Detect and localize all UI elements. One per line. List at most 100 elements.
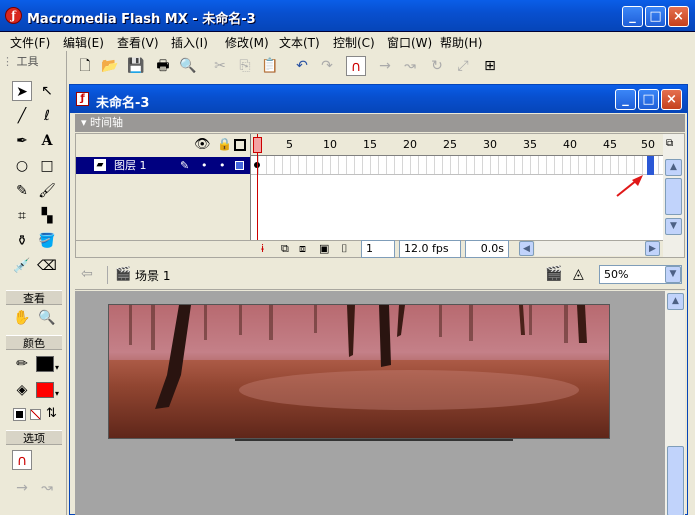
center-frame-icon[interactable]: ɨ xyxy=(261,242,264,255)
close-button[interactable]: × xyxy=(668,6,689,27)
edit-multiple-frames-icon[interactable]: ▣ xyxy=(319,242,329,255)
toolbox-grip-icon[interactable]: ⋮ xyxy=(2,55,17,68)
stage-scroll-up-icon[interactable]: ▲ xyxy=(667,293,684,310)
scroll-up-icon[interactable]: ▲ xyxy=(665,159,682,176)
menu-window[interactable]: 窗口(W) xyxy=(387,34,432,51)
timeline-header[interactable]: ▾ 时间轴 xyxy=(75,114,685,132)
menu-file[interactable]: 文件(F) xyxy=(10,34,50,51)
no-color-icon[interactable] xyxy=(30,409,41,420)
open-folder-icon[interactable]: 📂 xyxy=(100,56,120,76)
menu-edit[interactable]: 编辑(E) xyxy=(63,34,104,51)
pencil-tool-icon[interactable]: ✎ xyxy=(12,181,32,201)
snap-magnet-icon[interactable]: ∩ xyxy=(346,56,366,76)
snap-to-objects-icon[interactable]: ∩ xyxy=(12,450,32,470)
align-icon[interactable]: ⊞ xyxy=(480,56,500,76)
oval-tool-icon[interactable]: ○ xyxy=(12,156,32,176)
eraser-tool-icon[interactable]: ⌫ xyxy=(37,256,57,276)
layer-lock-dot[interactable]: • xyxy=(219,157,226,174)
stage-vscroll[interactable]: ▲ xyxy=(665,291,685,515)
menu-view[interactable]: 查看(V) xyxy=(117,34,159,51)
paint-bucket-tool-icon[interactable]: 🪣 xyxy=(37,231,57,251)
outline-icon[interactable] xyxy=(234,139,246,151)
new-file-icon[interactable]: 🗋 xyxy=(75,56,95,76)
free-transform-tool-icon[interactable]: ⌗ xyxy=(12,206,32,226)
zoom-select[interactable]: 50% ▼ xyxy=(599,265,682,284)
playhead-handle[interactable] xyxy=(253,137,262,153)
stage-area[interactable] xyxy=(75,291,665,515)
frame-rate-field[interactable]: 12.0 fps xyxy=(399,240,461,258)
lasso-tool-icon[interactable]: ℓ xyxy=(37,106,57,126)
brush-tool-icon[interactable]: 🖌 xyxy=(37,181,57,201)
onion-outline-icon[interactable]: ⧈ xyxy=(299,242,306,256)
doc-minimize-button[interactable]: _ xyxy=(615,89,636,110)
paste-icon[interactable]: 📋 xyxy=(260,56,280,76)
modify-markers-icon[interactable]: ⌷ xyxy=(341,242,348,256)
frame-pane[interactable]: 1 5 10 15 20 25 30 35 40 45 50 xyxy=(251,134,663,257)
forest-photo[interactable] xyxy=(108,304,610,439)
fill-transform-tool-icon[interactable]: ▚ xyxy=(37,206,57,226)
maximize-button[interactable]: □ xyxy=(645,6,666,27)
scale-icon[interactable]: ⤢ xyxy=(453,56,473,76)
eye-icon[interactable]: 👁 xyxy=(194,137,211,152)
fill-color-dropdown-icon[interactable]: ▾ xyxy=(55,389,59,398)
edit-scene-icon[interactable]: 🎬 xyxy=(545,266,562,282)
scroll-down-icon[interactable]: ▼ xyxy=(665,218,682,235)
document-title-bar[interactable]: ƒ 未命名-3 _ □ × xyxy=(70,85,687,113)
hscroll-right-icon[interactable]: ▶ xyxy=(645,241,660,256)
subselect-tool-icon[interactable]: ↖ xyxy=(37,81,57,101)
hscroll-track[interactable] xyxy=(535,241,645,256)
menu-insert[interactable]: 插入(I) xyxy=(171,34,208,51)
menu-modify[interactable]: 修改(M) xyxy=(225,34,269,51)
menu-control[interactable]: 控制(C) xyxy=(333,34,375,51)
eyedropper-tool-icon[interactable]: 💉 xyxy=(12,256,32,276)
rectangle-tool-icon[interactable]: □ xyxy=(37,156,57,176)
arrow-tool-icon[interactable]: ➤ xyxy=(12,81,32,101)
undo-icon[interactable]: ↶ xyxy=(292,56,312,76)
hscroll-left-icon[interactable]: ◀ xyxy=(519,241,534,256)
scene-name[interactable]: 场景 1 xyxy=(135,267,170,284)
timeline-ruler[interactable]: 1 5 10 15 20 25 30 35 40 45 50 xyxy=(251,134,663,156)
layer-visible-dot[interactable]: • xyxy=(201,157,208,174)
rotate-icon[interactable]: ↻ xyxy=(427,56,447,76)
app-title-bar[interactable]: ƒ Macromedia Flash MX - 未命名-3 _ □ × xyxy=(0,0,695,32)
cut-icon[interactable]: ✂ xyxy=(210,56,230,76)
straighten-icon[interactable]: ↝ xyxy=(400,56,420,76)
edit-symbols-icon[interactable]: ◬ xyxy=(573,266,584,282)
back-arrow-icon[interactable]: ⇦ xyxy=(81,266,93,282)
menu-text[interactable]: 文本(T) xyxy=(279,34,320,51)
copy-icon[interactable]: ⎘ xyxy=(235,56,255,76)
redo-icon[interactable]: ↷ xyxy=(317,56,337,76)
lock-icon[interactable]: 🔒 xyxy=(217,137,232,151)
smooth-icon[interactable]: → xyxy=(375,56,395,76)
ink-bottle-tool-icon[interactable]: ⚱ xyxy=(12,231,32,251)
layer-row[interactable]: ▰ 图层 1 ✎ • • xyxy=(76,157,250,174)
zoom-tool-icon[interactable]: 🔍 xyxy=(37,308,57,328)
smooth-option-icon[interactable]: → xyxy=(12,478,32,498)
selected-frame[interactable] xyxy=(647,156,654,175)
onion-skin-icon[interactable]: ⧉ xyxy=(281,242,289,256)
straighten-option-icon[interactable]: ↝ xyxy=(37,478,57,498)
fill-color-swatch[interactable] xyxy=(36,382,54,398)
zoom-dropdown-icon[interactable]: ▼ xyxy=(665,266,681,283)
hand-tool-icon[interactable]: ✋ xyxy=(12,308,32,328)
pen-tool-icon[interactable]: ✒ xyxy=(12,131,32,151)
line-tool-icon[interactable]: ╱ xyxy=(12,106,32,126)
default-colors-icon[interactable] xyxy=(13,408,26,421)
stage-scroll-thumb[interactable] xyxy=(667,446,684,515)
timeline-menu-icon[interactable]: ⧉ xyxy=(666,138,673,149)
text-tool-icon[interactable]: A xyxy=(37,131,57,151)
doc-maximize-button[interactable]: □ xyxy=(638,89,659,110)
doc-close-button[interactable]: × xyxy=(661,89,682,110)
print-preview-icon[interactable]: 🔍 xyxy=(178,56,198,76)
stroke-color-dropdown-icon[interactable]: ▾ xyxy=(55,363,59,372)
swap-colors-icon[interactable]: ⇅ xyxy=(46,406,57,421)
scroll-thumb[interactable] xyxy=(665,178,682,215)
timeline-vscroll[interactable]: ⧉ ▲ ▼ xyxy=(663,134,684,257)
minimize-button[interactable]: _ xyxy=(622,6,643,27)
stroke-color-swatch[interactable] xyxy=(36,356,54,372)
layer-pencil-icon[interactable]: ✎ xyxy=(180,157,189,174)
print-icon[interactable]: 🖶 xyxy=(153,56,173,76)
save-icon[interactable]: 💾 xyxy=(126,56,146,76)
menu-help[interactable]: 帮助(H) xyxy=(440,34,482,51)
layer-frames[interactable] xyxy=(251,156,663,175)
